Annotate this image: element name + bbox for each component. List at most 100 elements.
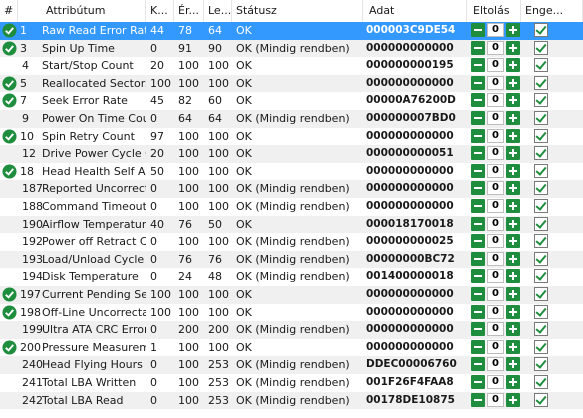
increment-offset-button[interactable] [506,146,520,161]
header-current[interactable]: K... [146,0,174,22]
table-row[interactable]: 193Load/Unload Cycle ...07676OK (Mindig … [0,250,583,269]
offset-field[interactable]: 0 [487,40,504,55]
enabled-checkbox[interactable] [534,146,548,161]
increment-offset-button[interactable] [506,163,520,178]
enabled-checkbox[interactable] [534,199,548,213]
enabled-checkbox[interactable] [534,234,548,249]
table-row[interactable]: 200Pressure Measurem...1100100OK00000000… [0,339,583,357]
table-row[interactable]: 10 Spin Retry Count 97 100 100 OK 000000000000… [0,128,583,146]
increment-offset-button[interactable] [506,357,520,372]
increment-offset-button[interactable] [506,75,520,90]
decrement-offset-button[interactable] [471,234,485,249]
decrement-offset-button[interactable] [471,322,485,337]
increment-offset-button[interactable] [506,322,520,337]
header-id[interactable]: # [0,0,18,22]
offset-field[interactable]: 0 [487,75,504,90]
enabled-checkbox[interactable] [534,322,548,337]
increment-offset-button[interactable] [506,375,520,389]
header-enabled[interactable]: Enge... [521,0,583,22]
decrement-offset-button[interactable] [471,58,485,73]
table-row[interactable]: 3 Spin Up Time 0 91 90 OK (Mindig rendben) 000… [0,39,583,58]
decrement-offset-button[interactable] [471,375,485,389]
table-row[interactable]: 242 Total LBA Read 0 100 253 OK (Mindig rendb… [0,391,583,410]
increment-offset-button[interactable] [506,339,520,354]
offset-field[interactable]: 0 [487,23,504,37]
increment-offset-button[interactable] [506,234,520,249]
decrement-offset-button[interactable] [471,75,485,90]
offset-field[interactable]: 0 [487,269,504,284]
enabled-checkbox[interactable] [534,23,548,37]
decrement-offset-button[interactable] [471,392,485,407]
increment-offset-button[interactable] [506,199,520,213]
increment-offset-button[interactable] [506,40,520,55]
increment-offset-button[interactable] [506,287,520,301]
enabled-checkbox[interactable] [534,269,548,284]
decrement-offset-button[interactable] [471,339,485,354]
offset-field[interactable]: 0 [487,322,504,337]
enabled-checkbox[interactable] [534,181,548,196]
offset-field[interactable]: 0 [487,375,504,389]
enabled-checkbox[interactable] [534,163,548,178]
offset-field[interactable]: 0 [487,199,504,213]
decrement-offset-button[interactable] [471,40,485,55]
offset-field[interactable]: 0 [487,234,504,249]
increment-offset-button[interactable] [506,216,520,231]
header-data[interactable]: Adat [363,0,467,22]
table-row[interactable]: 12Drive Power Cycle C...20100100OK000000… [0,145,583,163]
header-attribute[interactable]: Attribútum [18,0,146,22]
header-status[interactable]: Státusz [232,0,363,22]
table-row[interactable]: 9Power On Time Count06464OK (Mindig rend… [0,110,583,128]
decrement-offset-button[interactable] [471,357,485,372]
increment-offset-button[interactable] [506,23,520,37]
header-worst[interactable]: Ér... [174,0,204,22]
enabled-checkbox[interactable] [534,128,548,143]
table-row[interactable]: 7 Seek Error Rate 45 82 60 OK 00000A76200D 0 [0,92,583,110]
enabled-checkbox[interactable] [534,93,548,108]
header-threshold[interactable]: Le... [204,0,232,22]
offset-field[interactable]: 0 [487,339,504,354]
increment-offset-button[interactable] [506,181,520,196]
offset-field[interactable]: 0 [487,251,504,266]
enabled-checkbox[interactable] [534,58,548,73]
offset-field[interactable]: 0 [487,58,504,73]
decrement-offset-button[interactable] [471,251,485,266]
table-row[interactable]: 190 Airflow Temperature 40 76 50 OK 0000181700… [0,215,583,234]
enabled-checkbox[interactable] [534,216,548,231]
table-row[interactable]: 188 Command Timeout 0 100 100 OK (Mindig rend… [0,198,583,216]
offset-field[interactable]: 0 [487,216,504,231]
offset-field[interactable]: 0 [487,287,504,301]
table-row[interactable]: 198Off-Line Uncorrecta...100100100OK0000… [0,304,583,322]
decrement-offset-button[interactable] [471,181,485,196]
decrement-offset-button[interactable] [471,23,485,37]
decrement-offset-button[interactable] [471,163,485,178]
table-row[interactable]: 194 Disk Temperature 0 24 48 OK (Mindig rendb… [0,268,583,286]
enabled-checkbox[interactable] [534,111,548,125]
header-offset[interactable]: Eltolás [467,0,521,22]
table-row[interactable]: 241 Total LBA Written 0 100 253 OK (Mindig re… [0,374,583,392]
enabled-checkbox[interactable] [534,375,548,389]
smart-attribute-table[interactable]: # Attribútum K... Ér... Le... Státusz Ad… [0,0,583,418]
enabled-checkbox[interactable] [534,251,548,266]
decrement-offset-button[interactable] [471,269,485,284]
enabled-checkbox[interactable] [534,287,548,301]
enabled-checkbox[interactable] [534,339,548,354]
decrement-offset-button[interactable] [471,287,485,301]
increment-offset-button[interactable] [506,304,520,319]
offset-field[interactable]: 0 [487,128,504,143]
table-row[interactable]: 197Current Pending Sec...100100100OK0000… [0,286,583,304]
increment-offset-button[interactable] [506,58,520,73]
offset-field[interactable]: 0 [487,111,504,125]
increment-offset-button[interactable] [506,128,520,143]
table-row[interactable]: 240 Head Flying Hours 0 100 253 OK (Mindig re… [0,356,583,374]
offset-field[interactable]: 0 [487,357,504,372]
enabled-checkbox[interactable] [534,75,548,90]
table-row[interactable]: 192Power off Retract Cy...0100100OK (Min… [0,233,583,251]
offset-field[interactable]: 0 [487,163,504,178]
increment-offset-button[interactable] [506,392,520,407]
increment-offset-button[interactable] [506,93,520,108]
table-row[interactable]: 5Reallocated Sectors ...100100100OK00000… [0,74,583,93]
increment-offset-button[interactable] [506,269,520,284]
decrement-offset-button[interactable] [471,304,485,319]
offset-field[interactable]: 0 [487,181,504,196]
decrement-offset-button[interactable] [471,128,485,143]
